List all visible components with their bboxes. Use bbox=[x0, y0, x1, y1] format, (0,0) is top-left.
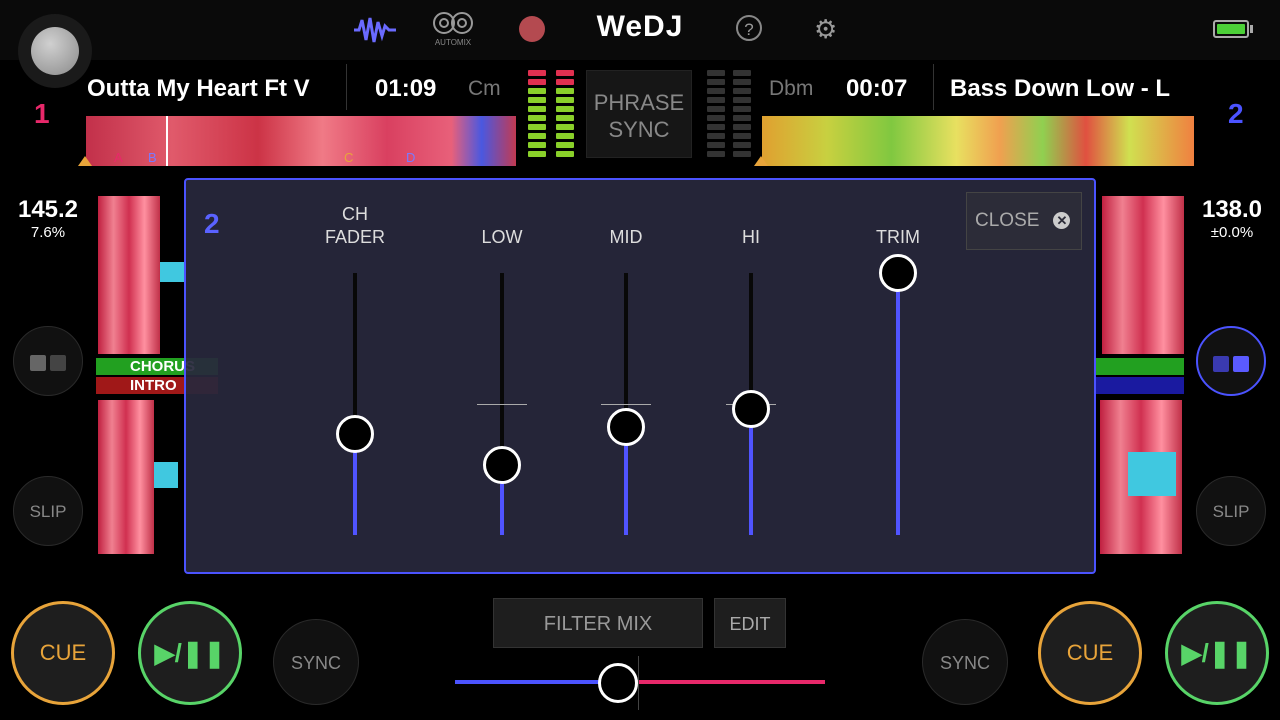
deck1-key: Cm bbox=[468, 77, 501, 100]
deck2-vertical-waveform bbox=[1102, 196, 1184, 354]
deck1-hotcue-toggle[interactable] bbox=[13, 326, 83, 396]
crossfader-knob[interactable] bbox=[598, 663, 638, 703]
automix-icon bbox=[433, 12, 473, 34]
deck1-pitch: 7.6% bbox=[30, 224, 66, 241]
trim-knob[interactable] bbox=[879, 254, 917, 292]
close-icon: ✕ bbox=[1053, 212, 1071, 230]
close-label: CLOSE bbox=[975, 210, 1040, 231]
deck2-cue-marker bbox=[754, 156, 768, 166]
divider bbox=[933, 64, 934, 110]
deck1-playhead bbox=[166, 116, 168, 166]
deck1-cue-button[interactable]: CUE bbox=[11, 601, 115, 705]
deck1-waveform-accent bbox=[160, 262, 184, 282]
battery-tip bbox=[1250, 25, 1253, 33]
deck2-number: 2 bbox=[1228, 98, 1244, 129]
automix-button[interactable]: AUTOMIX bbox=[428, 10, 478, 47]
pad-icon bbox=[1233, 355, 1250, 372]
low-eq-label: LOW bbox=[481, 227, 523, 247]
close-button[interactable]: CLOSE ✕ bbox=[966, 192, 1082, 250]
deck1-level-meter bbox=[528, 70, 546, 160]
deck1-track-title[interactable]: Outta My Heart Ft V bbox=[87, 75, 332, 103]
deck1-number: 1 bbox=[34, 98, 50, 129]
crossfader-center-line bbox=[638, 656, 639, 710]
deck1-vertical-waveform-lower bbox=[98, 400, 154, 554]
crossfader-left-track bbox=[455, 680, 618, 684]
low-eq-center-tick bbox=[477, 404, 527, 405]
phrase-sync-line1: PHRASE bbox=[593, 90, 685, 115]
deck2-sync-button[interactable]: SYNC bbox=[922, 619, 1008, 705]
deck1-marker-c: C bbox=[344, 150, 354, 165]
mid-eq-center-tick bbox=[601, 404, 651, 405]
deck2-level-meter bbox=[707, 70, 725, 160]
app-logo: WeDJ bbox=[596, 10, 684, 43]
mid-eq-knob[interactable] bbox=[607, 407, 645, 446]
hi-eq-knob[interactable] bbox=[732, 389, 770, 428]
deck2-play-pause-button[interactable]: ▶/❚❚ bbox=[1165, 601, 1269, 705]
deck1-waveform-accent bbox=[154, 462, 178, 488]
deck2-time: 00:07 bbox=[846, 75, 908, 102]
automix-label: AUTOMIX bbox=[434, 38, 472, 47]
edit-button[interactable]: EDIT bbox=[714, 598, 786, 648]
deck1-marker-d: D bbox=[406, 150, 416, 165]
divider bbox=[346, 64, 347, 110]
battery-icon bbox=[1213, 20, 1249, 38]
record-button[interactable] bbox=[519, 16, 545, 42]
hi-eq-label: HI bbox=[742, 227, 760, 247]
deck1-marker-b: B bbox=[148, 150, 157, 165]
deck1-sync-button[interactable]: SYNC bbox=[273, 619, 359, 705]
panel-deck-number: 2 bbox=[204, 208, 220, 239]
phrase-sync-button[interactable]: PHRASE SYNC bbox=[586, 70, 692, 158]
phrase-sync-line2: SYNC bbox=[608, 117, 670, 142]
crossfader-right-track bbox=[618, 680, 825, 684]
pad-icon bbox=[1212, 355, 1229, 372]
deck1-time: 01:09 bbox=[375, 75, 437, 102]
deck2-phrase-bar-green bbox=[1096, 358, 1184, 375]
deck1-cue-marker bbox=[78, 156, 92, 166]
trim-fill bbox=[896, 273, 900, 535]
deck1-vertical-waveform bbox=[98, 196, 160, 354]
deck1-marker-a: A bbox=[114, 150, 123, 165]
deck2-slip-button[interactable]: SLIP bbox=[1196, 476, 1266, 546]
deck1-level-meter-r bbox=[556, 70, 574, 160]
help-icon[interactable]: ? bbox=[736, 15, 762, 41]
jog-center[interactable] bbox=[31, 27, 79, 75]
deck1-bpm: 145.2 bbox=[17, 196, 79, 223]
deck2-hotcue-toggle[interactable] bbox=[1196, 326, 1266, 396]
deck2-waveform-accent bbox=[1128, 452, 1176, 496]
waveform-view-icon[interactable] bbox=[352, 14, 398, 44]
gear-icon[interactable]: ⚙ bbox=[814, 14, 837, 45]
deck2-cue-button[interactable]: CUE bbox=[1038, 601, 1142, 705]
pad-icon bbox=[29, 354, 46, 371]
deck2-pitch: ±0.0% bbox=[1210, 224, 1254, 241]
deck2-bpm: 138.0 bbox=[1201, 196, 1263, 223]
deck1-play-pause-button[interactable]: ▶/❚❚ bbox=[138, 601, 242, 705]
deck2-track-title[interactable]: Bass Down Low - L bbox=[950, 75, 1190, 103]
deck2-phrase-bar-blue bbox=[1096, 377, 1184, 394]
deck2-level-meter-r bbox=[733, 70, 751, 160]
deck2-bpm-display[interactable]: 138.0 ±0.0% bbox=[1192, 196, 1272, 241]
pad-icon bbox=[50, 354, 67, 371]
ch-fader-knob[interactable] bbox=[336, 415, 374, 454]
mid-eq-label: MID bbox=[609, 227, 643, 247]
low-eq-knob[interactable] bbox=[483, 446, 521, 484]
filter-mix-button[interactable]: FILTER MIX bbox=[493, 598, 703, 648]
deck2-overview-waveform[interactable] bbox=[762, 116, 1194, 166]
deck2-key: Dbm bbox=[769, 77, 814, 100]
deck1-slip-button[interactable]: SLIP bbox=[13, 476, 83, 546]
ch-fader-label: CH FADER bbox=[324, 204, 385, 247]
deck1-bpm-display[interactable]: 145.2 7.6% bbox=[8, 196, 88, 241]
trim-label: TRIM bbox=[876, 227, 920, 247]
